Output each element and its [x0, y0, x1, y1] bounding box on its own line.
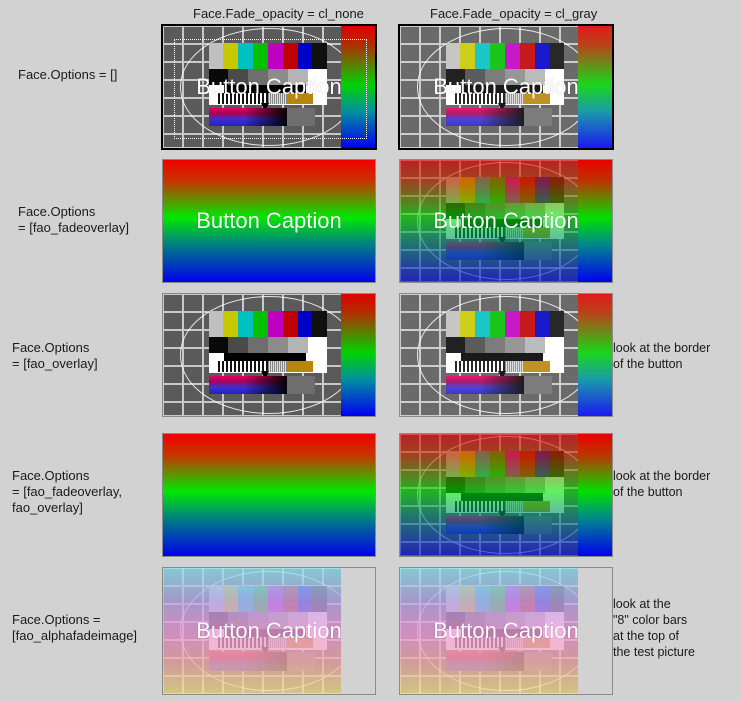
preview-stack	[400, 294, 612, 416]
preview-stack: Button Caption	[163, 26, 375, 148]
gray-bar-5	[307, 336, 328, 354]
color-bar-4	[267, 311, 283, 337]
button-preview-options-overlay-cl_gray[interactable]	[400, 294, 612, 416]
preview-stack: Button Caption	[400, 26, 612, 148]
button-preview-options-fadeoverlay-overlay-cl_gray[interactable]	[400, 434, 612, 556]
color-bar-0	[208, 311, 224, 337]
focus-rectangle	[173, 39, 367, 140]
gray-fade-wash	[400, 294, 612, 416]
button-preview-options-empty-cl_none[interactable]: Button Caption	[163, 26, 375, 148]
button-preview-options-fadeoverlay-cl_gray[interactable]: Button Caption	[400, 160, 612, 282]
test-picture-inner	[208, 311, 328, 395]
gray-fade-wash	[400, 26, 612, 148]
button-preview-options-fadeoverlay-overlay-cl_none[interactable]	[163, 434, 375, 556]
preview-stack: Button Caption	[400, 160, 612, 282]
multiburst-coarse	[267, 360, 287, 372]
button-preview-options-overlay-cl_none[interactable]	[163, 294, 375, 416]
column-header-cl_none: Face.Fade_opacity = cl_none	[193, 6, 364, 21]
preview-stack: Button Caption	[163, 160, 375, 282]
color-bar-3	[253, 311, 268, 337]
page-root: Face.Fade_opacity = cl_none Face.Fade_opa…	[0, 0, 741, 701]
row-note-options-fadeoverlay-overlay: look at the border of the button	[613, 469, 711, 499]
gray-bar-3	[267, 336, 288, 354]
rgb-strip	[341, 294, 375, 416]
preview-stack: Button Caption	[163, 568, 375, 694]
gray-square	[286, 375, 316, 395]
button-preview-options-alphafadeimage-cl_gray[interactable]: Button Caption	[400, 568, 612, 694]
row-label-options-empty: Face.Options = []	[18, 67, 118, 82]
row-label-options-fadeoverlay: Face.Options = [fao_fadeoverlay]	[18, 204, 129, 235]
test-picture	[163, 294, 375, 416]
preview-stack: Button Caption	[400, 568, 612, 694]
button-preview-options-fadeoverlay-cl_none[interactable]: Button Caption	[163, 160, 375, 282]
row-label-options-alphafadeimage: Face.Options = [fao_alphafadeimage]	[12, 612, 138, 643]
gray-bar-2	[248, 336, 268, 354]
fade-overlay	[400, 160, 612, 282]
alpha-fade-right-pad	[578, 568, 612, 694]
button-preview-options-alphafadeimage-cl_none[interactable]: Button Caption	[163, 568, 375, 694]
bottom-gradient-band	[208, 375, 287, 395]
button-preview-options-empty-cl_gray[interactable]: Button Caption	[400, 26, 612, 148]
gray-bar-4	[287, 336, 308, 354]
gray-bars	[208, 336, 328, 354]
color-bar-1	[223, 311, 239, 337]
preview-stack	[400, 434, 612, 556]
row-label-options-overlay: Face.Options = [fao_overlay]	[12, 340, 98, 371]
color-bar-6	[297, 311, 313, 337]
column-header-cl_gray: Face.Fade_opacity = cl_gray	[430, 6, 598, 21]
color-bar-2	[238, 311, 254, 337]
fade-overlay	[163, 160, 375, 282]
gray-bar-1	[228, 336, 249, 354]
black-strip	[224, 353, 306, 361]
color-bar-5	[282, 311, 298, 337]
row-note-options-alphafadeimage: look at the "8" color bars at the top of…	[613, 597, 695, 659]
row-label-options-fadeoverlay-overlay: Face.Options = [fao_fadeoverlay, fao_ove…	[12, 468, 122, 515]
alpha-fade-right-pad	[341, 568, 375, 694]
row-note-options-overlay: look at the border of the button	[613, 341, 711, 371]
bottom-band-fade	[208, 375, 287, 395]
preview-stack	[163, 434, 375, 556]
fade-overlay	[400, 434, 612, 556]
fade-overlay	[163, 434, 375, 556]
color-bars	[208, 311, 328, 337]
color-bar-7	[312, 311, 328, 337]
ochre-patch	[286, 360, 314, 372]
preview-stack	[163, 294, 375, 416]
gray-bar-0	[208, 336, 229, 354]
